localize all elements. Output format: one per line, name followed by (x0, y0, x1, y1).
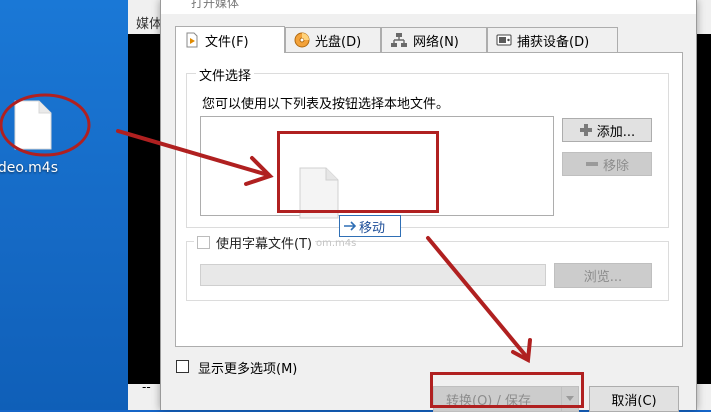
file-selection-description: 您可以使用以下列表及按钮选择本地文件。 (202, 97, 450, 112)
vlc-time-left: -- (142, 380, 151, 394)
cancel-button[interactable]: 取消(C) (589, 386, 679, 412)
tab-capture-device[interactable]: 捕获设备(D) (487, 27, 618, 52)
drag-move-tooltip-label: 移动 (359, 220, 386, 236)
drag-watermark-text: om.m4s (316, 238, 357, 249)
more-options-label[interactable]: 显示更多选项(M) (198, 358, 297, 377)
tab-network[interactable]: 网络(N) (381, 27, 487, 52)
tab-file[interactable]: 文件(F) (175, 26, 285, 53)
tab-network-label: 网络(N) (413, 34, 459, 50)
disc-icon (294, 32, 310, 48)
add-button-label: 添加... (596, 124, 636, 140)
file-selection-title: 文件选择 (196, 65, 255, 84)
dialog-titlebar: 打开媒体 (161, 0, 696, 14)
subtitle-file-field[interactable] (200, 264, 546, 286)
desktop-file-label[interactable]: ideo.m4s (0, 160, 58, 176)
dialog-title: 打开媒体 (191, 0, 240, 10)
remove-button[interactable]: 移除 (562, 152, 652, 176)
plus-icon (579, 124, 592, 136)
file-play-icon (186, 32, 198, 48)
minus-icon (585, 162, 598, 166)
capture-device-icon (496, 34, 512, 46)
cancel-button-label: 取消(C) (611, 393, 657, 409)
annotation-ellipse (0, 93, 91, 157)
subtitle-checkbox-label: 使用字幕文件(T) (216, 237, 313, 252)
browse-button-label: 浏览... (583, 270, 623, 285)
tab-disc[interactable]: 光盘(D) (285, 27, 381, 52)
annotation-box-file-list (277, 131, 439, 213)
tab-file-label: 文件(F) (205, 34, 249, 50)
arrow-right-icon (344, 221, 357, 231)
subtitle-group-header: 使用字幕文件(T) (194, 233, 316, 252)
tab-capture-device-label: 捕获设备(D) (517, 34, 590, 50)
browse-button[interactable]: 浏览... (554, 263, 652, 288)
vlc-menu-media[interactable]: 媒体 (136, 13, 162, 32)
subtitle-checkbox[interactable] (197, 236, 210, 249)
more-options-checkbox[interactable] (176, 360, 189, 373)
drag-move-tooltip: 移动 (339, 215, 401, 237)
network-icon (391, 33, 407, 47)
annotation-box-convert (430, 372, 584, 408)
tab-disc-label: 光盘(D) (315, 34, 362, 50)
remove-button-label: 移除 (602, 158, 629, 174)
add-button[interactable]: 添加... (562, 118, 652, 142)
